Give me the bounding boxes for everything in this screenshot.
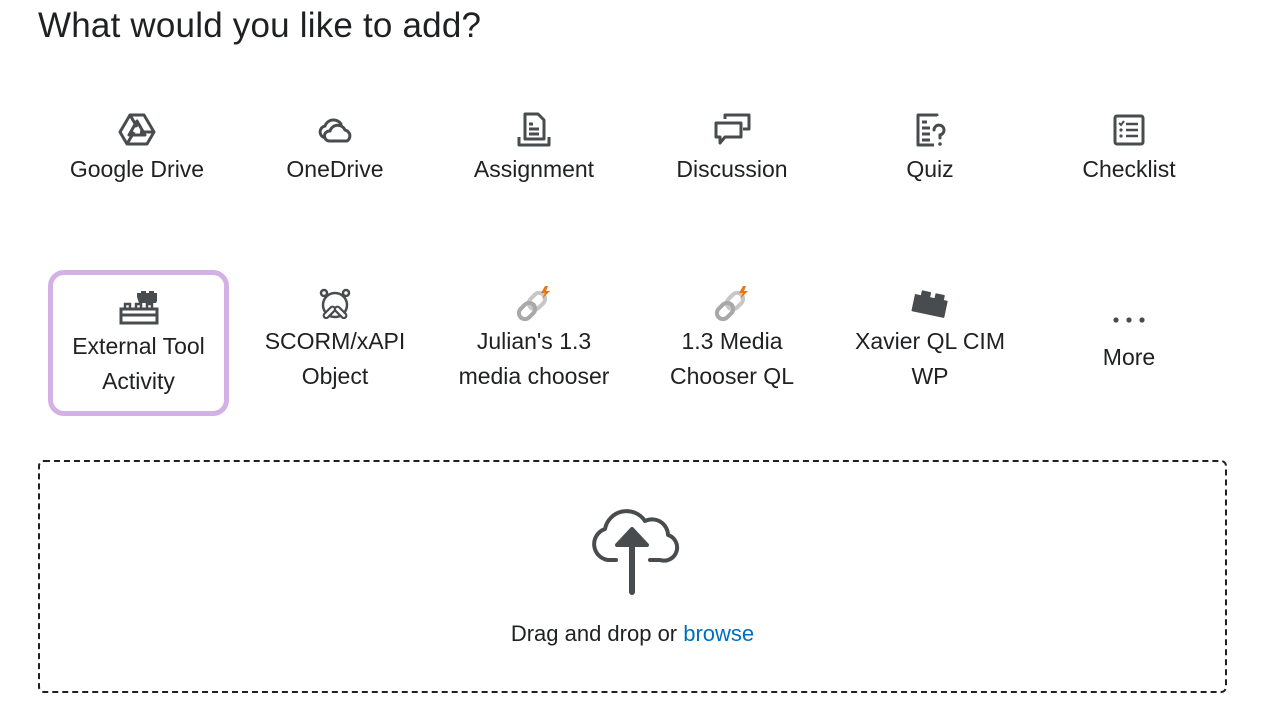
discussion-icon [708,110,756,150]
tile-label: More [1102,344,1156,370]
tile-label: Google Drive [69,156,205,182]
tile-label-line1: External Tool [72,333,205,359]
tile-label-line1: SCORM/xAPI [264,328,406,354]
tile-external-tool-activity[interactable]: External Tool Activity [48,270,229,416]
dropzone-text: Drag and drop or browse [511,621,754,647]
add-content-panel: What would you like to add? Google Drive… [0,0,1279,709]
assignment-icon [510,110,558,150]
tile-label: Quiz [906,156,954,182]
tile-label-line2: Object [301,363,369,389]
lego-bricks-icon [115,287,163,327]
tile-label: Checklist [1082,156,1176,182]
tile-julians-media-chooser[interactable]: Julian's 1.3 media chooser [444,270,624,416]
tile-label-line1: Julian's 1.3 [476,328,592,354]
page-title: What would you like to add? [38,6,482,45]
more-dots-icon [1105,300,1153,340]
tile-label: Assignment [473,156,595,182]
quiz-icon [906,110,954,150]
checklist-icon [1105,110,1153,150]
tile-more[interactable]: More [1039,270,1219,416]
tile-label: OneDrive [286,156,384,182]
tile-xavier-ql-cim-wp[interactable]: Xavier QL CIM WP [840,270,1020,416]
tile-quiz[interactable]: Quiz [840,110,1020,220]
link-spark-icon [510,284,558,324]
tile-media-chooser-ql[interactable]: 1.3 Media Chooser QL [642,270,822,416]
lego-brick-icon [906,284,954,324]
tile-label-line1: Xavier QL CIM [855,328,1005,354]
tile-scorm-xapi-object[interactable]: SCORM/xAPI Object [245,270,425,416]
tile-label-line2: media chooser [458,363,610,389]
onedrive-icon [311,110,359,150]
file-dropzone[interactable]: Drag and drop or browse [38,460,1227,693]
tile-label: Discussion [676,156,788,182]
google-drive-icon [113,110,161,150]
scorm-icon [311,284,359,324]
dropzone-instruction: Drag and drop or [510,621,684,646]
tile-label-line2: Activity [102,368,175,394]
tile-label-line1: 1.3 Media [681,328,783,354]
tile-checklist[interactable]: Checklist [1039,110,1219,220]
tile-onedrive[interactable]: OneDrive [245,110,425,220]
tile-label-line2: Chooser QL [669,363,794,389]
cloud-upload-icon [583,500,683,601]
tile-discussion[interactable]: Discussion [642,110,822,220]
browse-link[interactable]: browse [683,621,754,646]
tile-google-drive[interactable]: Google Drive [47,110,227,220]
tile-assignment[interactable]: Assignment [444,110,624,220]
link-spark-icon [708,284,756,324]
tile-label-line2: WP [911,363,949,389]
